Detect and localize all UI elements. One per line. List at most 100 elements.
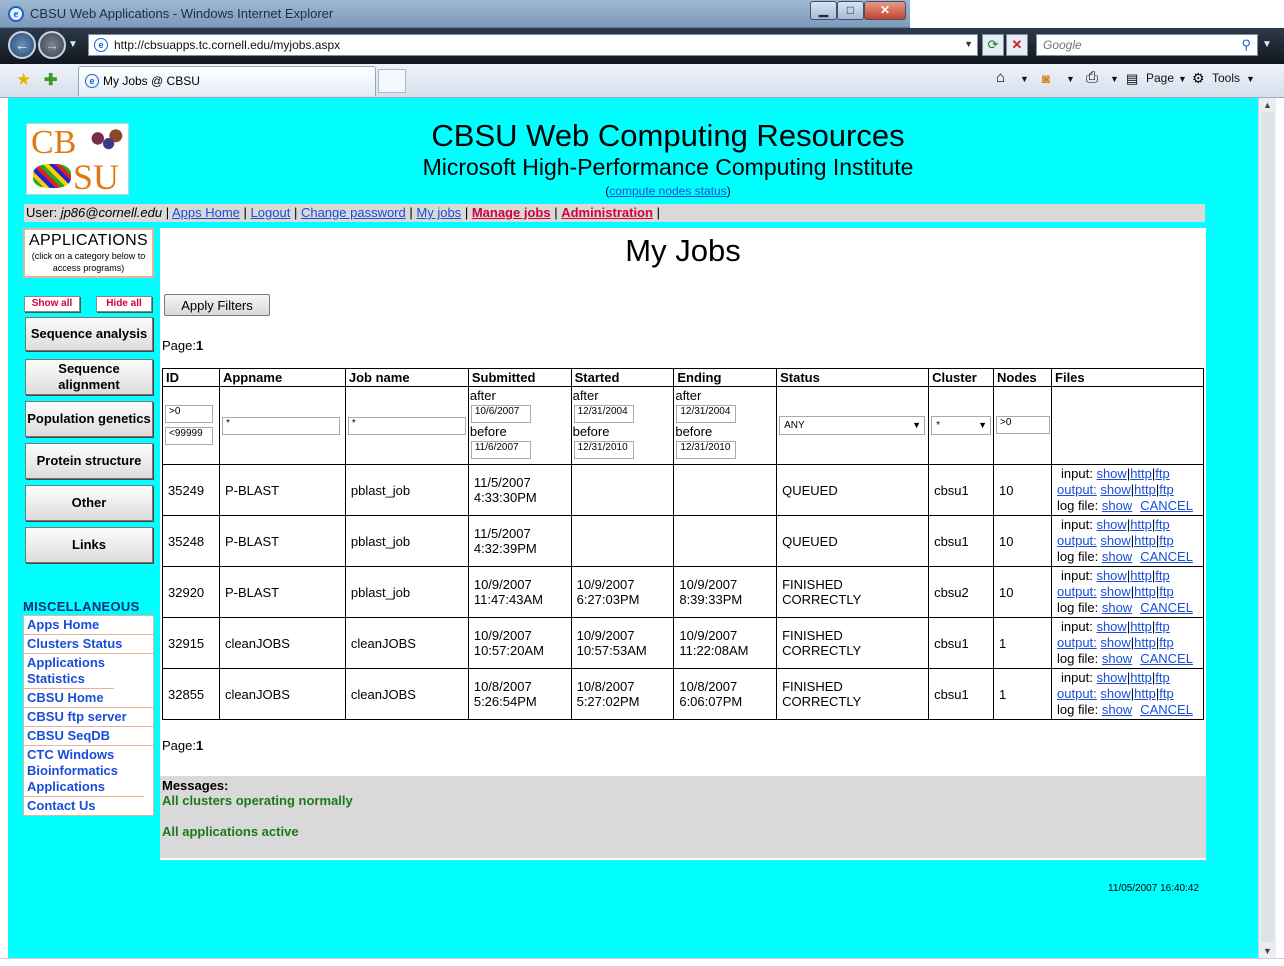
compute-nodes-status-link[interactable]: compute nodes status	[609, 184, 726, 198]
apply-filters-button[interactable]: Apply Filters	[164, 294, 270, 316]
input-show-link[interactable]: show	[1096, 670, 1126, 685]
submitted-after-input[interactable]: 10/6/2007	[470, 405, 531, 423]
scroll-up-icon[interactable]: ▲	[1263, 100, 1272, 110]
category-links[interactable]: Links	[25, 527, 153, 563]
input-http-link[interactable]: http	[1130, 517, 1152, 532]
status-filter-select[interactable]: ANY ▼	[779, 416, 926, 435]
category-sequence-analysis[interactable]: Sequence analysis	[25, 317, 153, 351]
log-show-link[interactable]: show	[1102, 549, 1132, 564]
print-icon[interactable]: ⎙	[1086, 69, 1098, 86]
output-show-link[interactable]: show	[1100, 686, 1130, 701]
ending-after-input[interactable]: 12/31/2004	[676, 405, 737, 423]
output-show-link[interactable]: show	[1100, 635, 1130, 650]
history-dropdown-icon[interactable]: ▼	[68, 39, 78, 50]
output-http-link[interactable]: http	[1134, 635, 1156, 650]
nodes-filter[interactable]: >0	[996, 416, 1051, 434]
input-show-link[interactable]: show	[1096, 568, 1126, 583]
col-submitted[interactable]: Submitted	[467, 368, 572, 387]
misc-contact-us[interactable]: Contact Us	[24, 797, 153, 815]
started-before-input[interactable]: 12/31/2010	[573, 441, 634, 459]
col-appname[interactable]: Appname	[218, 368, 346, 387]
col-id[interactable]: ID	[162, 368, 220, 387]
input-ftp-link[interactable]: ftp	[1155, 466, 1169, 481]
page-menu[interactable]: Page	[1146, 71, 1174, 85]
add-favorite-icon[interactable]: ✚	[44, 70, 57, 90]
output-http-link[interactable]: http	[1134, 482, 1156, 497]
category-population-genetics[interactable]: Population genetics	[25, 401, 153, 437]
page-number[interactable]: 1	[196, 738, 203, 753]
search-input[interactable]	[1037, 35, 1227, 55]
search-box[interactable]: ⚲	[1036, 34, 1258, 56]
tools-dropdown-icon[interactable]: ▼	[1246, 74, 1255, 84]
home-icon[interactable]: ⌂	[996, 69, 1005, 86]
new-tab-button[interactable]	[378, 69, 406, 93]
tab-my-jobs[interactable]: e My Jobs @ CBSU	[78, 66, 376, 96]
misc-cbsu-home[interactable]: CBSU Home	[24, 689, 153, 708]
log-show-link[interactable]: show	[1102, 702, 1132, 717]
col-status[interactable]: Status	[776, 368, 930, 387]
feeds-dropdown-icon[interactable]: ▼	[1066, 74, 1075, 84]
close-window-button[interactable]: ✕	[864, 1, 906, 20]
url-dropdown-icon[interactable]: ▼	[964, 39, 973, 49]
output-ftp-link[interactable]: ftp	[1159, 635, 1173, 650]
vertical-scrollbar[interactable]: ▲ ▼	[1258, 98, 1276, 958]
misc-cbsu-ftp-server[interactable]: CBSU ftp server	[24, 708, 153, 727]
output-ftp-link[interactable]: ftp	[1159, 686, 1173, 701]
col-cluster[interactable]: Cluster	[928, 368, 995, 387]
id-min-filter[interactable]: >0	[165, 405, 213, 423]
favorites-star-icon[interactable]: ★	[16, 70, 31, 90]
logout-link[interactable]: Logout	[251, 205, 291, 220]
started-after-input[interactable]: 12/31/2004	[573, 405, 634, 423]
feeds-icon[interactable]: ◙	[1042, 71, 1050, 86]
misc-applications-statistics[interactable]: Applications Statistics	[24, 654, 114, 689]
cluster-filter-select[interactable]: * ▼	[931, 416, 992, 435]
my-jobs-link[interactable]: My jobs	[416, 205, 461, 220]
input-http-link[interactable]: http	[1130, 466, 1152, 481]
search-icon[interactable]: ⚲	[1241, 37, 1251, 53]
show-all-button[interactable]: Show all	[24, 296, 80, 312]
col-jobname[interactable]: Job name	[344, 368, 469, 387]
submitted-before-input[interactable]: 11/6/2007	[470, 441, 531, 459]
output-http-link[interactable]: http	[1134, 533, 1156, 548]
cancel-job-link[interactable]: CANCEL	[1140, 600, 1193, 615]
cancel-job-link[interactable]: CANCEL	[1140, 549, 1193, 564]
misc-cbsu-seqdb[interactable]: CBSU SeqDB	[24, 727, 153, 746]
log-show-link[interactable]: show	[1102, 600, 1132, 615]
search-dropdown-icon[interactable]: ▼	[1262, 39, 1272, 50]
print-dropdown-icon[interactable]: ▼	[1110, 74, 1119, 84]
misc-apps-home[interactable]: Apps Home	[24, 616, 153, 635]
scroll-down-icon[interactable]: ▼	[1263, 946, 1272, 956]
misc-clusters-status[interactable]: Clusters Status	[24, 635, 153, 654]
category-sequence-alignment[interactable]: Sequence alignment	[25, 359, 153, 395]
manage-jobs-link[interactable]: Manage jobs	[472, 205, 551, 220]
misc-ctc-windows-bioinformatics[interactable]: CTC Windows Bioinformatics Applications	[24, 746, 144, 797]
output-show-link[interactable]: show	[1100, 584, 1130, 599]
back-button[interactable]: ←	[8, 31, 36, 59]
input-ftp-link[interactable]: ftp	[1155, 517, 1169, 532]
input-show-link[interactable]: show	[1096, 619, 1126, 634]
log-show-link[interactable]: show	[1102, 651, 1132, 666]
input-show-link[interactable]: show	[1096, 517, 1126, 532]
output-link[interactable]: output:	[1057, 584, 1097, 599]
hide-all-button[interactable]: Hide all	[96, 296, 152, 312]
output-ftp-link[interactable]: ftp	[1159, 584, 1173, 599]
apps-home-link[interactable]: Apps Home	[172, 205, 240, 220]
output-show-link[interactable]: show	[1100, 533, 1130, 548]
input-http-link[interactable]: http	[1130, 568, 1152, 583]
refresh-button[interactable]: ⟳	[982, 34, 1004, 56]
maximize-button[interactable]: □	[837, 1, 864, 20]
input-http-link[interactable]: http	[1130, 670, 1152, 685]
log-show-link[interactable]: show	[1102, 498, 1132, 513]
output-link[interactable]: output:	[1057, 635, 1097, 650]
cancel-job-link[interactable]: CANCEL	[1140, 498, 1193, 513]
stop-button[interactable]: ✕	[1006, 34, 1028, 56]
output-http-link[interactable]: http	[1134, 686, 1156, 701]
cancel-job-link[interactable]: CANCEL	[1140, 702, 1193, 717]
home-dropdown-icon[interactable]: ▼	[1020, 74, 1029, 84]
input-show-link[interactable]: show	[1096, 466, 1126, 481]
output-link[interactable]: output:	[1057, 533, 1097, 548]
tools-menu[interactable]: Tools	[1212, 71, 1240, 85]
input-ftp-link[interactable]: ftp	[1155, 670, 1169, 685]
input-ftp-link[interactable]: ftp	[1155, 619, 1169, 634]
col-nodes[interactable]: Nodes	[993, 368, 1053, 387]
